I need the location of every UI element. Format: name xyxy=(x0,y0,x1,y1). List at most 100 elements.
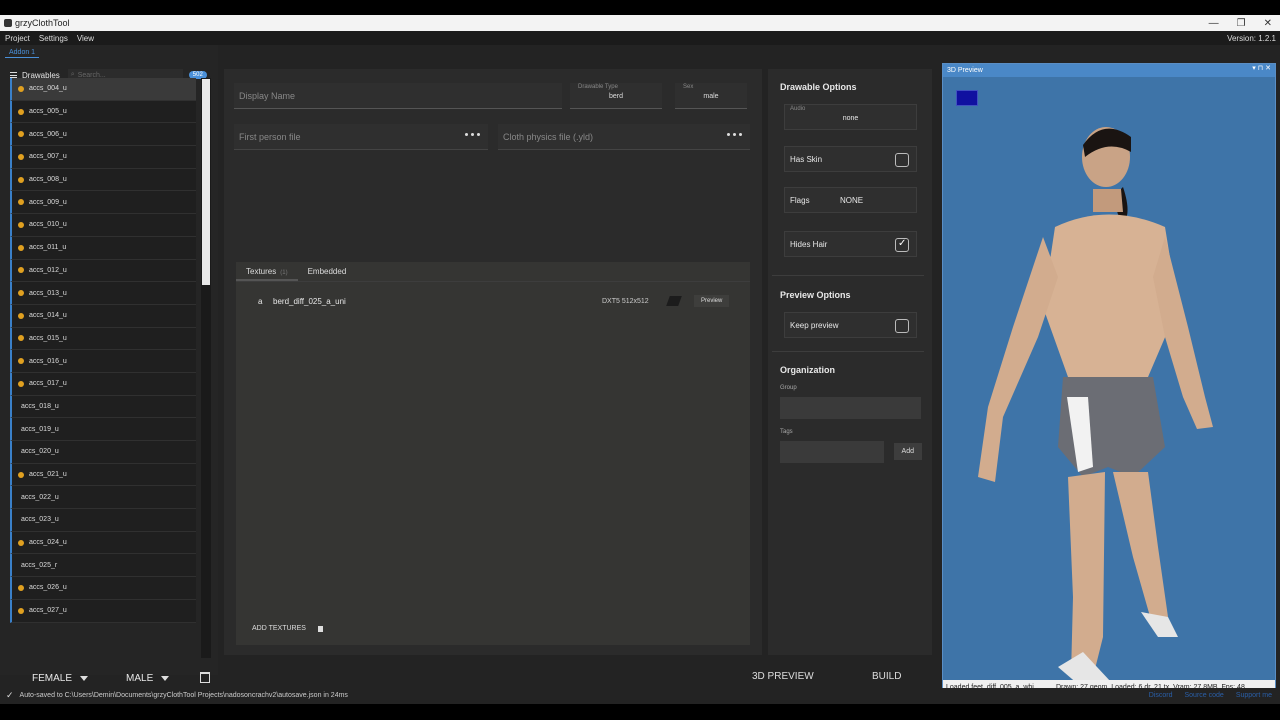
source-code-link[interactable]: Source code xyxy=(1185,692,1224,699)
menu-settings[interactable]: Settings xyxy=(39,34,68,43)
character-model-image xyxy=(978,127,1213,697)
list-item[interactable]: accs_010_u xyxy=(10,214,196,237)
list-item[interactable]: accs_023_u xyxy=(10,509,196,532)
3d-preview-window[interactable]: 3D Preview ▾ ⊓ ✕ Loaded feet_diff_005_a_… xyxy=(942,63,1276,697)
status-dot-icon xyxy=(18,244,24,251)
scrollbar-thumb[interactable] xyxy=(202,79,210,285)
list-item[interactable]: accs_016_u xyxy=(10,350,196,373)
list-item-label: accs_010_u xyxy=(29,221,67,229)
tab-textures-label: Textures xyxy=(246,267,277,276)
audio-select[interactable]: Audio none xyxy=(784,104,917,130)
list-item[interactable]: accs_019_u xyxy=(10,418,196,441)
menu-view[interactable]: View xyxy=(77,34,94,43)
list-item-label: accs_024_u xyxy=(29,539,67,547)
flags-label: Flags xyxy=(790,196,810,205)
texture-tabs: Textures (1) Embedded xyxy=(236,262,750,282)
menu-project[interactable]: Project xyxy=(5,34,30,43)
flags-value: NONE xyxy=(840,196,864,205)
cloth-physics-file-field[interactable]: Cloth physics file (.yld) xyxy=(498,124,750,150)
drawable-type-select[interactable]: Drawable Type berd xyxy=(570,83,662,109)
has-skin-checkbox[interactable] xyxy=(895,153,909,167)
list-item[interactable]: accs_011_u xyxy=(10,236,196,260)
list-item[interactable]: accs_027_u xyxy=(10,599,196,623)
delete-icon[interactable] xyxy=(317,625,323,632)
flags-select[interactable]: Flags NONE xyxy=(784,187,917,213)
maximize-button[interactable]: ❐ xyxy=(1237,18,1246,29)
status-dot-icon xyxy=(18,131,24,138)
trash-icon[interactable] xyxy=(200,672,210,683)
add-tag-button[interactable]: Add xyxy=(893,443,922,460)
list-item[interactable]: accs_018_u xyxy=(10,395,196,419)
minimize-button[interactable]: — xyxy=(1209,18,1219,29)
keep-preview-row: Keep preview xyxy=(784,312,917,338)
group-input[interactable] xyxy=(780,397,921,419)
hides-hair-checkbox[interactable] xyxy=(895,238,909,252)
add-textures-button[interactable]: ADD TEXTURES xyxy=(252,625,306,632)
list-item[interactable]: accs_017_u xyxy=(10,372,196,396)
list-item[interactable]: accs_006_u xyxy=(10,123,196,147)
drawable-type-label: Drawable Type xyxy=(578,84,618,90)
tags-input[interactable] xyxy=(780,441,884,463)
tab-textures[interactable]: Textures (1) xyxy=(236,262,298,281)
status-dot-icon xyxy=(18,290,24,297)
list-item[interactable]: accs_022_u xyxy=(10,486,196,510)
build-button[interactable]: BUILD xyxy=(872,671,901,682)
tab-embedded[interactable]: Embedded xyxy=(298,262,357,281)
list-item[interactable]: accs_013_u xyxy=(10,282,196,305)
status-dot-icon xyxy=(18,358,24,365)
list-item-label: accs_020_u xyxy=(21,448,59,456)
list-item[interactable]: accs_005_u xyxy=(10,100,196,124)
status-dot-icon xyxy=(18,199,24,206)
3d-preview-button[interactable]: 3D PREVIEW xyxy=(752,671,814,682)
keep-preview-checkbox[interactable] xyxy=(895,319,909,333)
list-item[interactable]: accs_020_u xyxy=(10,441,196,464)
list-item-label: accs_023_u xyxy=(21,516,59,524)
edit-icon[interactable] xyxy=(666,296,682,306)
list-item[interactable]: accs_004_u xyxy=(10,78,196,101)
app-window: grzyClothTool — ❐ ✕ Project Settings Vie… xyxy=(0,15,1280,704)
list-item-label: accs_015_u xyxy=(29,334,67,342)
status-dot-icon xyxy=(18,312,24,319)
divider xyxy=(772,275,924,276)
list-item[interactable]: accs_009_u xyxy=(10,191,196,215)
list-item[interactable]: accs_025_r xyxy=(10,554,196,578)
discord-link[interactable]: Discord xyxy=(1149,692,1173,699)
male-label: MALE xyxy=(126,672,154,684)
list-item[interactable]: accs_007_u xyxy=(10,146,196,169)
texture-name: berd_diff_025_a_uni xyxy=(273,296,346,306)
list-item[interactable]: accs_012_u xyxy=(10,259,196,283)
preview-window-controls[interactable]: ▾ ⊓ ✕ xyxy=(1252,64,1271,72)
sex-value: male xyxy=(703,93,719,100)
audio-label: Audio xyxy=(790,106,806,112)
keep-preview-label: Keep preview xyxy=(790,321,839,330)
status-dot-icon xyxy=(18,176,24,183)
display-name-input[interactable]: Display Name xyxy=(234,83,562,109)
drawable-type-value: berd xyxy=(608,93,623,100)
sex-select[interactable]: Sex male xyxy=(675,83,747,109)
audio-value: none xyxy=(842,115,859,122)
male-button[interactable]: MALE xyxy=(126,672,170,684)
tags-label: Tags xyxy=(780,429,793,435)
more-icon[interactable] xyxy=(465,133,480,136)
list-item[interactable]: accs_021_u xyxy=(10,463,196,487)
drawable-options-title: Drawable Options xyxy=(780,82,857,92)
texture-preview-button[interactable]: Preview xyxy=(694,295,730,307)
list-item[interactable]: accs_024_u xyxy=(10,531,196,555)
list-item[interactable]: accs_014_u xyxy=(10,304,196,328)
has-skin-label: Has Skin xyxy=(790,155,823,164)
cloth-physics-label: Cloth physics file (.yld) xyxy=(503,131,594,142)
first-person-file-field[interactable]: First person file xyxy=(234,124,488,150)
more-icon[interactable] xyxy=(727,133,742,136)
list-item[interactable]: accs_015_u xyxy=(10,327,196,351)
list-item[interactable]: accs_026_u xyxy=(10,577,196,600)
preview-header: 3D Preview ▾ ⊓ ✕ xyxy=(943,64,1275,77)
list-item[interactable]: accs_008_u xyxy=(10,168,196,192)
list-item-label: accs_007_u xyxy=(29,153,67,161)
close-button[interactable]: ✕ xyxy=(1264,18,1272,29)
status-bar: ✓ Auto-saved to C:\Users\Demin\Documents… xyxy=(0,688,1280,702)
addon-tab[interactable]: Addon 1 xyxy=(5,48,40,58)
support-link[interactable]: Support me xyxy=(1236,692,1272,699)
female-button[interactable]: FEMALE xyxy=(32,673,89,684)
status-dot-icon xyxy=(18,471,24,478)
texture-row[interactable]: a berd_diff_025_a_uni DXT5 512x512 Previ… xyxy=(236,294,750,308)
